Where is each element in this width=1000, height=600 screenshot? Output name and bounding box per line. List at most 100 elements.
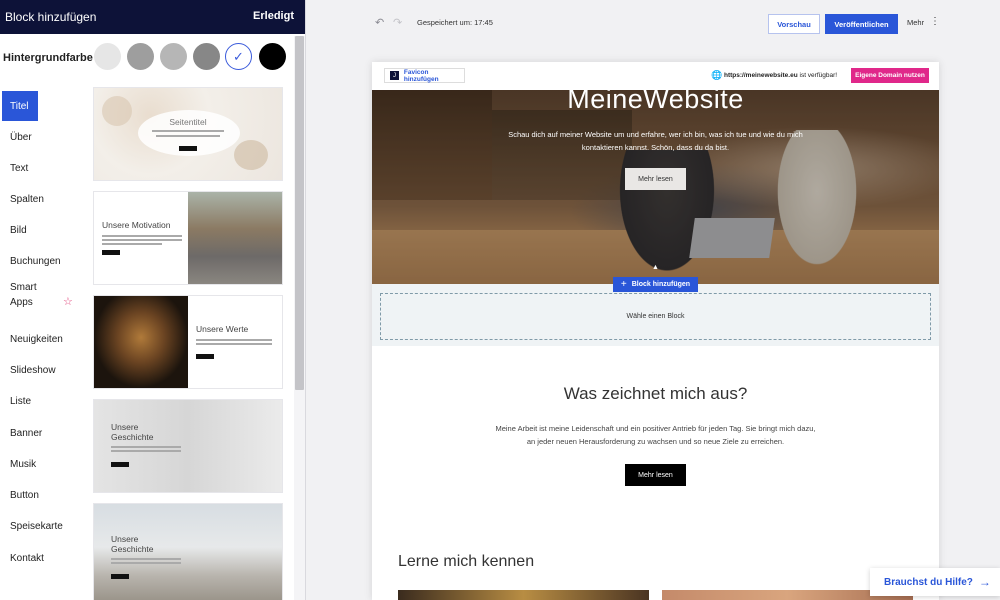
template-title: Seitentitel bbox=[169, 117, 207, 127]
category-label: Speisekarte bbox=[10, 521, 63, 532]
category-label: Slideshow bbox=[10, 365, 56, 376]
template-title: Unsere Geschichte bbox=[111, 422, 154, 442]
category-label: Kontakt bbox=[10, 553, 44, 564]
arrow-right-icon: → bbox=[978, 575, 991, 589]
template-card-story[interactable]: Unsere Geschichte bbox=[94, 400, 282, 492]
category-item[interactable]: Button bbox=[2, 480, 88, 510]
color-swatch[interactable]: ✓ bbox=[225, 43, 252, 70]
category-item[interactable]: Titel bbox=[2, 91, 38, 121]
color-swatch[interactable] bbox=[127, 43, 154, 70]
color-swatch[interactable] bbox=[259, 43, 286, 70]
category-label: Banner bbox=[10, 428, 43, 439]
panel-header: Block hinzufügen Erledigt bbox=[0, 0, 305, 34]
undo-icon[interactable]: ↶ bbox=[375, 16, 384, 29]
scroll-arrow-icon: ▲ bbox=[652, 264, 659, 271]
hero-read-more-button[interactable]: Mehr lesen bbox=[625, 168, 686, 190]
domain-availability: https://meinewebsite.eu ist verfügbar! bbox=[724, 72, 837, 79]
saved-status: Gespeichert um: 17:45 bbox=[417, 18, 493, 27]
template-text-line bbox=[196, 343, 272, 345]
use-own-domain-button[interactable]: Eigene Domain nutzen bbox=[851, 68, 929, 83]
category-label: Smart Apps bbox=[10, 282, 37, 308]
plus-icon: + bbox=[620, 279, 627, 290]
check-icon: ✓ bbox=[233, 48, 244, 64]
more-button[interactable]: Mehr bbox=[907, 18, 924, 27]
learn-image[interactable] bbox=[398, 590, 649, 600]
favicon-icon: J bbox=[390, 71, 399, 80]
template-mini-button bbox=[111, 462, 129, 467]
help-label: Brauchst du Hilfe? bbox=[884, 576, 973, 588]
template-title: Unsere Motivation bbox=[102, 220, 171, 230]
template-text-line bbox=[111, 558, 181, 560]
template-mini-button bbox=[196, 354, 214, 359]
template-text-line bbox=[102, 239, 182, 241]
template-text-line bbox=[111, 562, 181, 564]
template-text-line bbox=[111, 446, 181, 448]
more-dots-icon[interactable]: ⋮ bbox=[930, 16, 940, 27]
category-item[interactable]: Buchungen bbox=[2, 246, 88, 276]
color-swatch[interactable] bbox=[193, 43, 220, 70]
preview-button[interactable]: Vorschau bbox=[768, 14, 820, 34]
template-card-title[interactable]: Seitentitel bbox=[94, 88, 282, 180]
add-block-panel: Block hinzufügen Erledigt Hintergrundfar… bbox=[0, 0, 306, 600]
color-swatch[interactable] bbox=[94, 43, 121, 70]
template-mini-button bbox=[179, 146, 197, 151]
template-card-story-2[interactable]: Unsere Geschichte bbox=[94, 504, 282, 600]
category-label: Liste bbox=[10, 396, 32, 407]
site-topbar: J Favicon hinzufügen 🌐 https://meinewebs… bbox=[372, 62, 939, 90]
done-button[interactable]: Erledigt bbox=[253, 10, 294, 22]
category-item[interactable]: Speisekarte bbox=[2, 511, 88, 541]
hero-text[interactable]: Schau dich auf meiner Website um und erf… bbox=[500, 128, 811, 154]
template-text-line bbox=[196, 339, 272, 341]
template-mini-button bbox=[102, 250, 120, 255]
category-item[interactable]: Spalten bbox=[2, 184, 88, 214]
publish-button[interactable]: Veröffentlichen bbox=[825, 14, 898, 34]
template-text-line bbox=[156, 135, 220, 137]
template-image-street bbox=[188, 192, 282, 284]
add-block-button[interactable]: + Block hinzufügen bbox=[613, 277, 698, 292]
template-text-line bbox=[111, 450, 181, 452]
category-item[interactable]: Musik bbox=[2, 449, 88, 479]
add-favicon-button[interactable]: J Favicon hinzufügen bbox=[384, 68, 465, 83]
template-text-line bbox=[102, 235, 182, 237]
hero-title[interactable]: MeineWebsite bbox=[372, 90, 939, 115]
category-item[interactable]: Text bbox=[2, 153, 88, 183]
category-label: Über bbox=[10, 132, 32, 143]
template-text-line bbox=[152, 130, 224, 132]
choose-block-dropzone[interactable]: Wähle einen Block bbox=[380, 293, 931, 340]
category-item[interactable]: Banner bbox=[2, 418, 88, 448]
category-item[interactable]: Slideshow bbox=[2, 355, 88, 385]
category-label: Button bbox=[10, 490, 39, 501]
block-placeholder-section: Wähle einen Block bbox=[372, 284, 939, 346]
hero-section[interactable]: MeineWebsite Schau dich auf meiner Websi… bbox=[372, 90, 939, 284]
learn-title[interactable]: Lerne mich kennen bbox=[398, 553, 534, 571]
category-item[interactable]: Liste bbox=[2, 386, 88, 416]
color-swatch[interactable] bbox=[160, 43, 187, 70]
category-item[interactable]: Über bbox=[2, 122, 88, 152]
about-text[interactable]: Meine Arbeit ist meine Leidenschaft und … bbox=[492, 422, 819, 448]
category-item[interactable]: Smart Apps bbox=[2, 280, 88, 320]
domain-suffix: ist verfügbar! bbox=[797, 72, 838, 79]
globe-icon: 🌐 bbox=[711, 70, 723, 80]
redo-icon[interactable]: ↷ bbox=[393, 16, 402, 29]
category-label: Titel bbox=[10, 101, 29, 112]
category-item[interactable]: Bild bbox=[2, 215, 88, 245]
about-read-more-button[interactable]: Mehr lesen bbox=[625, 464, 686, 486]
help-button[interactable]: Brauchst du Hilfe? → bbox=[870, 568, 1000, 596]
category-label: Neuigkeiten bbox=[10, 334, 63, 345]
star-icon: ☆ bbox=[63, 296, 73, 308]
template-image-plate bbox=[234, 140, 268, 170]
panel-title: Block hinzufügen bbox=[5, 10, 97, 24]
website-canvas: J Favicon hinzufügen 🌐 https://meinewebs… bbox=[372, 62, 939, 600]
about-title[interactable]: Was zeichnet mich aus? bbox=[372, 384, 939, 404]
add-block-label: Block hinzufügen bbox=[631, 281, 691, 288]
panel-scrollbar-thumb[interactable] bbox=[295, 36, 304, 390]
template-image-mask bbox=[94, 296, 188, 388]
template-card-values[interactable]: Unsere Werte bbox=[94, 296, 282, 388]
category-label: Buchungen bbox=[10, 256, 61, 267]
template-card-motivation[interactable]: Unsere Motivation bbox=[94, 192, 282, 284]
background-color-label: Hintergrundfarbe bbox=[3, 52, 93, 64]
category-item[interactable]: Neuigkeiten bbox=[2, 324, 88, 354]
category-label: Bild bbox=[10, 225, 27, 236]
category-item[interactable]: Kontakt bbox=[2, 543, 88, 573]
category-label: Spalten bbox=[10, 194, 44, 205]
